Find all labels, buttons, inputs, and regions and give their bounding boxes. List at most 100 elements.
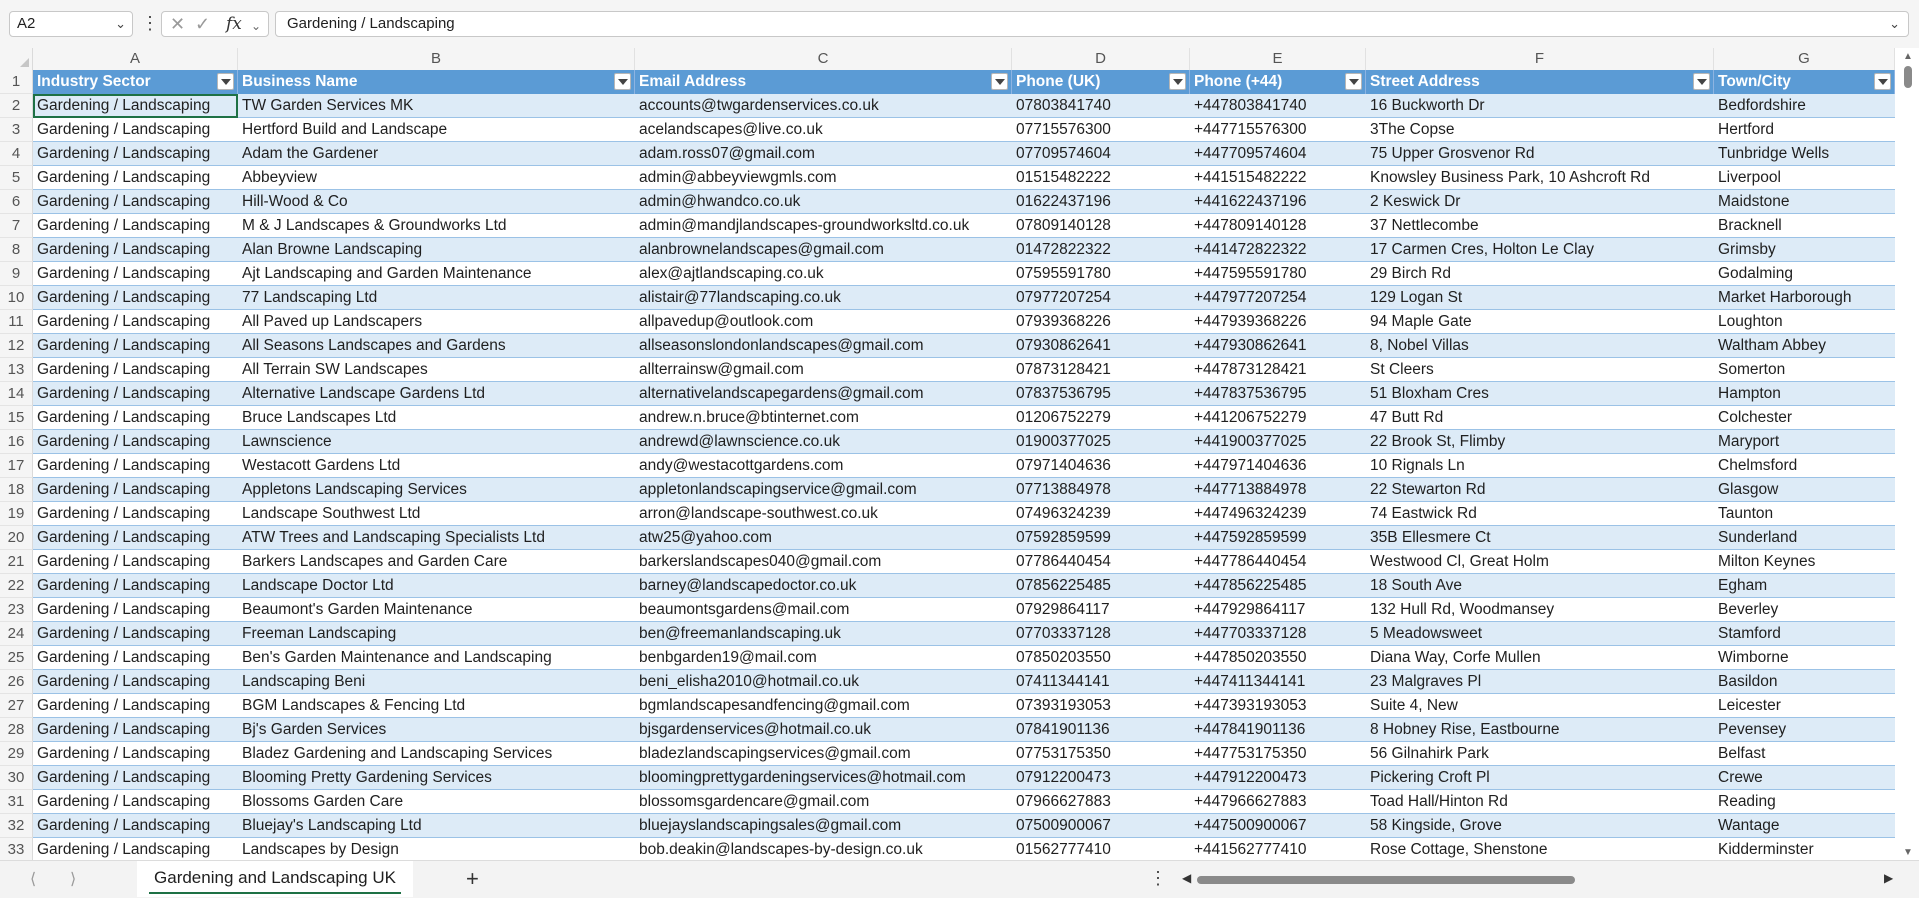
row-number[interactable]: 4 xyxy=(0,142,33,166)
table-cell[interactable]: +447703337128 xyxy=(1190,622,1366,646)
table-cell[interactable]: Gardening / Landscaping xyxy=(33,790,238,814)
table-cell[interactable]: appletonlandscapingservice@gmail.com xyxy=(635,478,1012,502)
column-header-e[interactable]: E xyxy=(1190,48,1366,70)
row-number[interactable]: 17 xyxy=(0,454,33,478)
table-cell[interactable]: Gardening / Landscaping xyxy=(33,190,238,214)
enter-icon[interactable]: ✓ xyxy=(195,14,210,34)
table-cell[interactable]: +441515482222 xyxy=(1190,166,1366,190)
table-cell[interactable]: Alternative Landscape Gardens Ltd xyxy=(238,382,635,406)
table-cell[interactable]: Bruce Landscapes Ltd xyxy=(238,406,635,430)
table-cell[interactable]: Pickering Croft Pl xyxy=(1366,766,1714,790)
table-cell[interactable]: benbgarden19@mail.com xyxy=(635,646,1012,670)
table-cell[interactable]: Ben's Garden Maintenance and Landscaping xyxy=(238,646,635,670)
table-cell[interactable]: +441472822322 xyxy=(1190,238,1366,262)
table-cell[interactable]: 07912200473 xyxy=(1012,766,1190,790)
table-cell[interactable]: +447966627883 xyxy=(1190,790,1366,814)
table-cell[interactable]: Lawnscience xyxy=(238,430,635,454)
table-cell[interactable]: blossomsgardencare@gmail.com xyxy=(635,790,1012,814)
table-cell[interactable]: St Cleers xyxy=(1366,358,1714,382)
add-sheet-icon[interactable]: + xyxy=(466,866,479,892)
insert-function-icon[interactable]: fx xyxy=(226,14,242,34)
table-cell[interactable]: Belfast xyxy=(1714,742,1895,766)
table-cell[interactable]: +447929864117 xyxy=(1190,598,1366,622)
table-cell[interactable]: +447850203550 xyxy=(1190,646,1366,670)
scroll-up-icon[interactable]: ▲ xyxy=(1903,51,1913,62)
row-number[interactable]: 6 xyxy=(0,190,33,214)
row-number[interactable]: 24 xyxy=(0,622,33,646)
table-cell[interactable]: 01622437196 xyxy=(1012,190,1190,214)
table-cell[interactable]: admin@mandjlandscapes-groundworksltd.co.… xyxy=(635,214,1012,238)
table-cell[interactable]: Liverpool xyxy=(1714,166,1895,190)
table-cell[interactable]: 29 Birch Rd xyxy=(1366,262,1714,286)
table-cell[interactable]: 07592859599 xyxy=(1012,526,1190,550)
table-cell[interactable]: TW Garden Services MK xyxy=(238,94,635,118)
table-cell[interactable]: alistair@77landscaping.co.uk xyxy=(635,286,1012,310)
table-cell[interactable]: Grimsby xyxy=(1714,238,1895,262)
table-cell[interactable]: +447873128421 xyxy=(1190,358,1366,382)
table-cell[interactable]: bob.deakin@landscapes-by-design.co.uk xyxy=(635,838,1012,862)
more-options-icon[interactable]: ⋮ xyxy=(1149,868,1167,889)
table-cell[interactable]: Beverley xyxy=(1714,598,1895,622)
table-cell[interactable]: Alan Browne Landscaping xyxy=(238,238,635,262)
table-cell[interactable]: 17 Carmen Cres, Holton Le Clay xyxy=(1366,238,1714,262)
table-cell[interactable]: Gardening / Landscaping xyxy=(33,718,238,742)
row-number[interactable]: 29 xyxy=(0,742,33,766)
vertical-scroll-thumb[interactable] xyxy=(1904,66,1912,88)
table-cell[interactable]: Barkers Landscapes and Garden Care xyxy=(238,550,635,574)
name-box[interactable]: A2 ⌄ xyxy=(9,11,133,37)
table-cell[interactable]: Crewe xyxy=(1714,766,1895,790)
table-cell[interactable]: bluejayslandscapingsales@gmail.com xyxy=(635,814,1012,838)
table-cell[interactable]: arron@landscape-southwest.co.uk xyxy=(635,502,1012,526)
row-number[interactable]: 7 xyxy=(0,214,33,238)
table-cell[interactable]: 8 Hobney Rise, Eastbourne xyxy=(1366,718,1714,742)
table-cell[interactable]: alex@ajtlandscaping.co.uk xyxy=(635,262,1012,286)
column-title[interactable]: Street Address xyxy=(1366,70,1714,94)
row-number[interactable]: 11 xyxy=(0,310,33,334)
table-cell[interactable]: Gardening / Landscaping xyxy=(33,766,238,790)
scroll-down-icon[interactable]: ▼ xyxy=(1903,847,1913,858)
table-cell[interactable]: 07786440454 xyxy=(1012,550,1190,574)
table-cell[interactable]: ATW Trees and Landscaping Specialists Lt… xyxy=(238,526,635,550)
table-cell[interactable]: +447753175350 xyxy=(1190,742,1366,766)
table-cell[interactable]: Gardening / Landscaping xyxy=(33,502,238,526)
row-number[interactable]: 2 xyxy=(0,94,33,118)
table-cell[interactable]: 07595591780 xyxy=(1012,262,1190,286)
table-cell[interactable]: +447496324239 xyxy=(1190,502,1366,526)
row-number[interactable]: 18 xyxy=(0,478,33,502)
table-cell[interactable]: beni_elisha2010@hotmail.co.uk xyxy=(635,670,1012,694)
table-cell[interactable]: 07411344141 xyxy=(1012,670,1190,694)
table-cell[interactable]: Toad Hall/Hinton Rd xyxy=(1366,790,1714,814)
chevron-down-icon[interactable]: ⌄ xyxy=(251,16,261,36)
table-cell[interactable]: Gardening / Landscaping xyxy=(33,430,238,454)
row-number[interactable]: 30 xyxy=(0,766,33,790)
table-cell[interactable]: Milton Keynes xyxy=(1714,550,1895,574)
table-cell[interactable]: Leicester xyxy=(1714,694,1895,718)
table-cell[interactable]: Gardening / Landscaping xyxy=(33,622,238,646)
table-cell[interactable]: alternativelandscapegardens@gmail.com xyxy=(635,382,1012,406)
table-cell[interactable]: +447393193053 xyxy=(1190,694,1366,718)
table-cell[interactable]: Bladez Gardening and Landscaping Service… xyxy=(238,742,635,766)
filter-dropdown-icon[interactable] xyxy=(1345,73,1362,90)
row-number[interactable]: 1 xyxy=(0,70,33,94)
table-cell[interactable]: 01562777410 xyxy=(1012,838,1190,862)
table-cell[interactable]: 5 Meadowsweet xyxy=(1366,622,1714,646)
table-cell[interactable]: 07856225485 xyxy=(1012,574,1190,598)
table-cell[interactable]: +447595591780 xyxy=(1190,262,1366,286)
table-cell[interactable]: 16 Buckworth Dr xyxy=(1366,94,1714,118)
table-cell[interactable]: Sunderland xyxy=(1714,526,1895,550)
table-cell[interactable]: atw25@yahoo.com xyxy=(635,526,1012,550)
table-cell[interactable]: Adam the Gardener xyxy=(238,142,635,166)
table-cell[interactable]: 77 Landscaping Ltd xyxy=(238,286,635,310)
table-cell[interactable]: Gardening / Landscaping xyxy=(33,670,238,694)
row-number[interactable]: 28 xyxy=(0,718,33,742)
table-cell[interactable]: beaumontsgardens@mail.com xyxy=(635,598,1012,622)
row-number[interactable]: 9 xyxy=(0,262,33,286)
table-cell[interactable]: 01515482222 xyxy=(1012,166,1190,190)
table-cell[interactable]: All Terrain SW Landscapes xyxy=(238,358,635,382)
row-number[interactable]: 33 xyxy=(0,838,33,862)
table-cell[interactable]: Ajt Landscaping and Garden Maintenance xyxy=(238,262,635,286)
table-cell[interactable]: ben@freemanlandscaping.uk xyxy=(635,622,1012,646)
table-cell[interactable]: 07841901136 xyxy=(1012,718,1190,742)
table-cell[interactable]: 01900377025 xyxy=(1012,430,1190,454)
table-cell[interactable]: +447786440454 xyxy=(1190,550,1366,574)
